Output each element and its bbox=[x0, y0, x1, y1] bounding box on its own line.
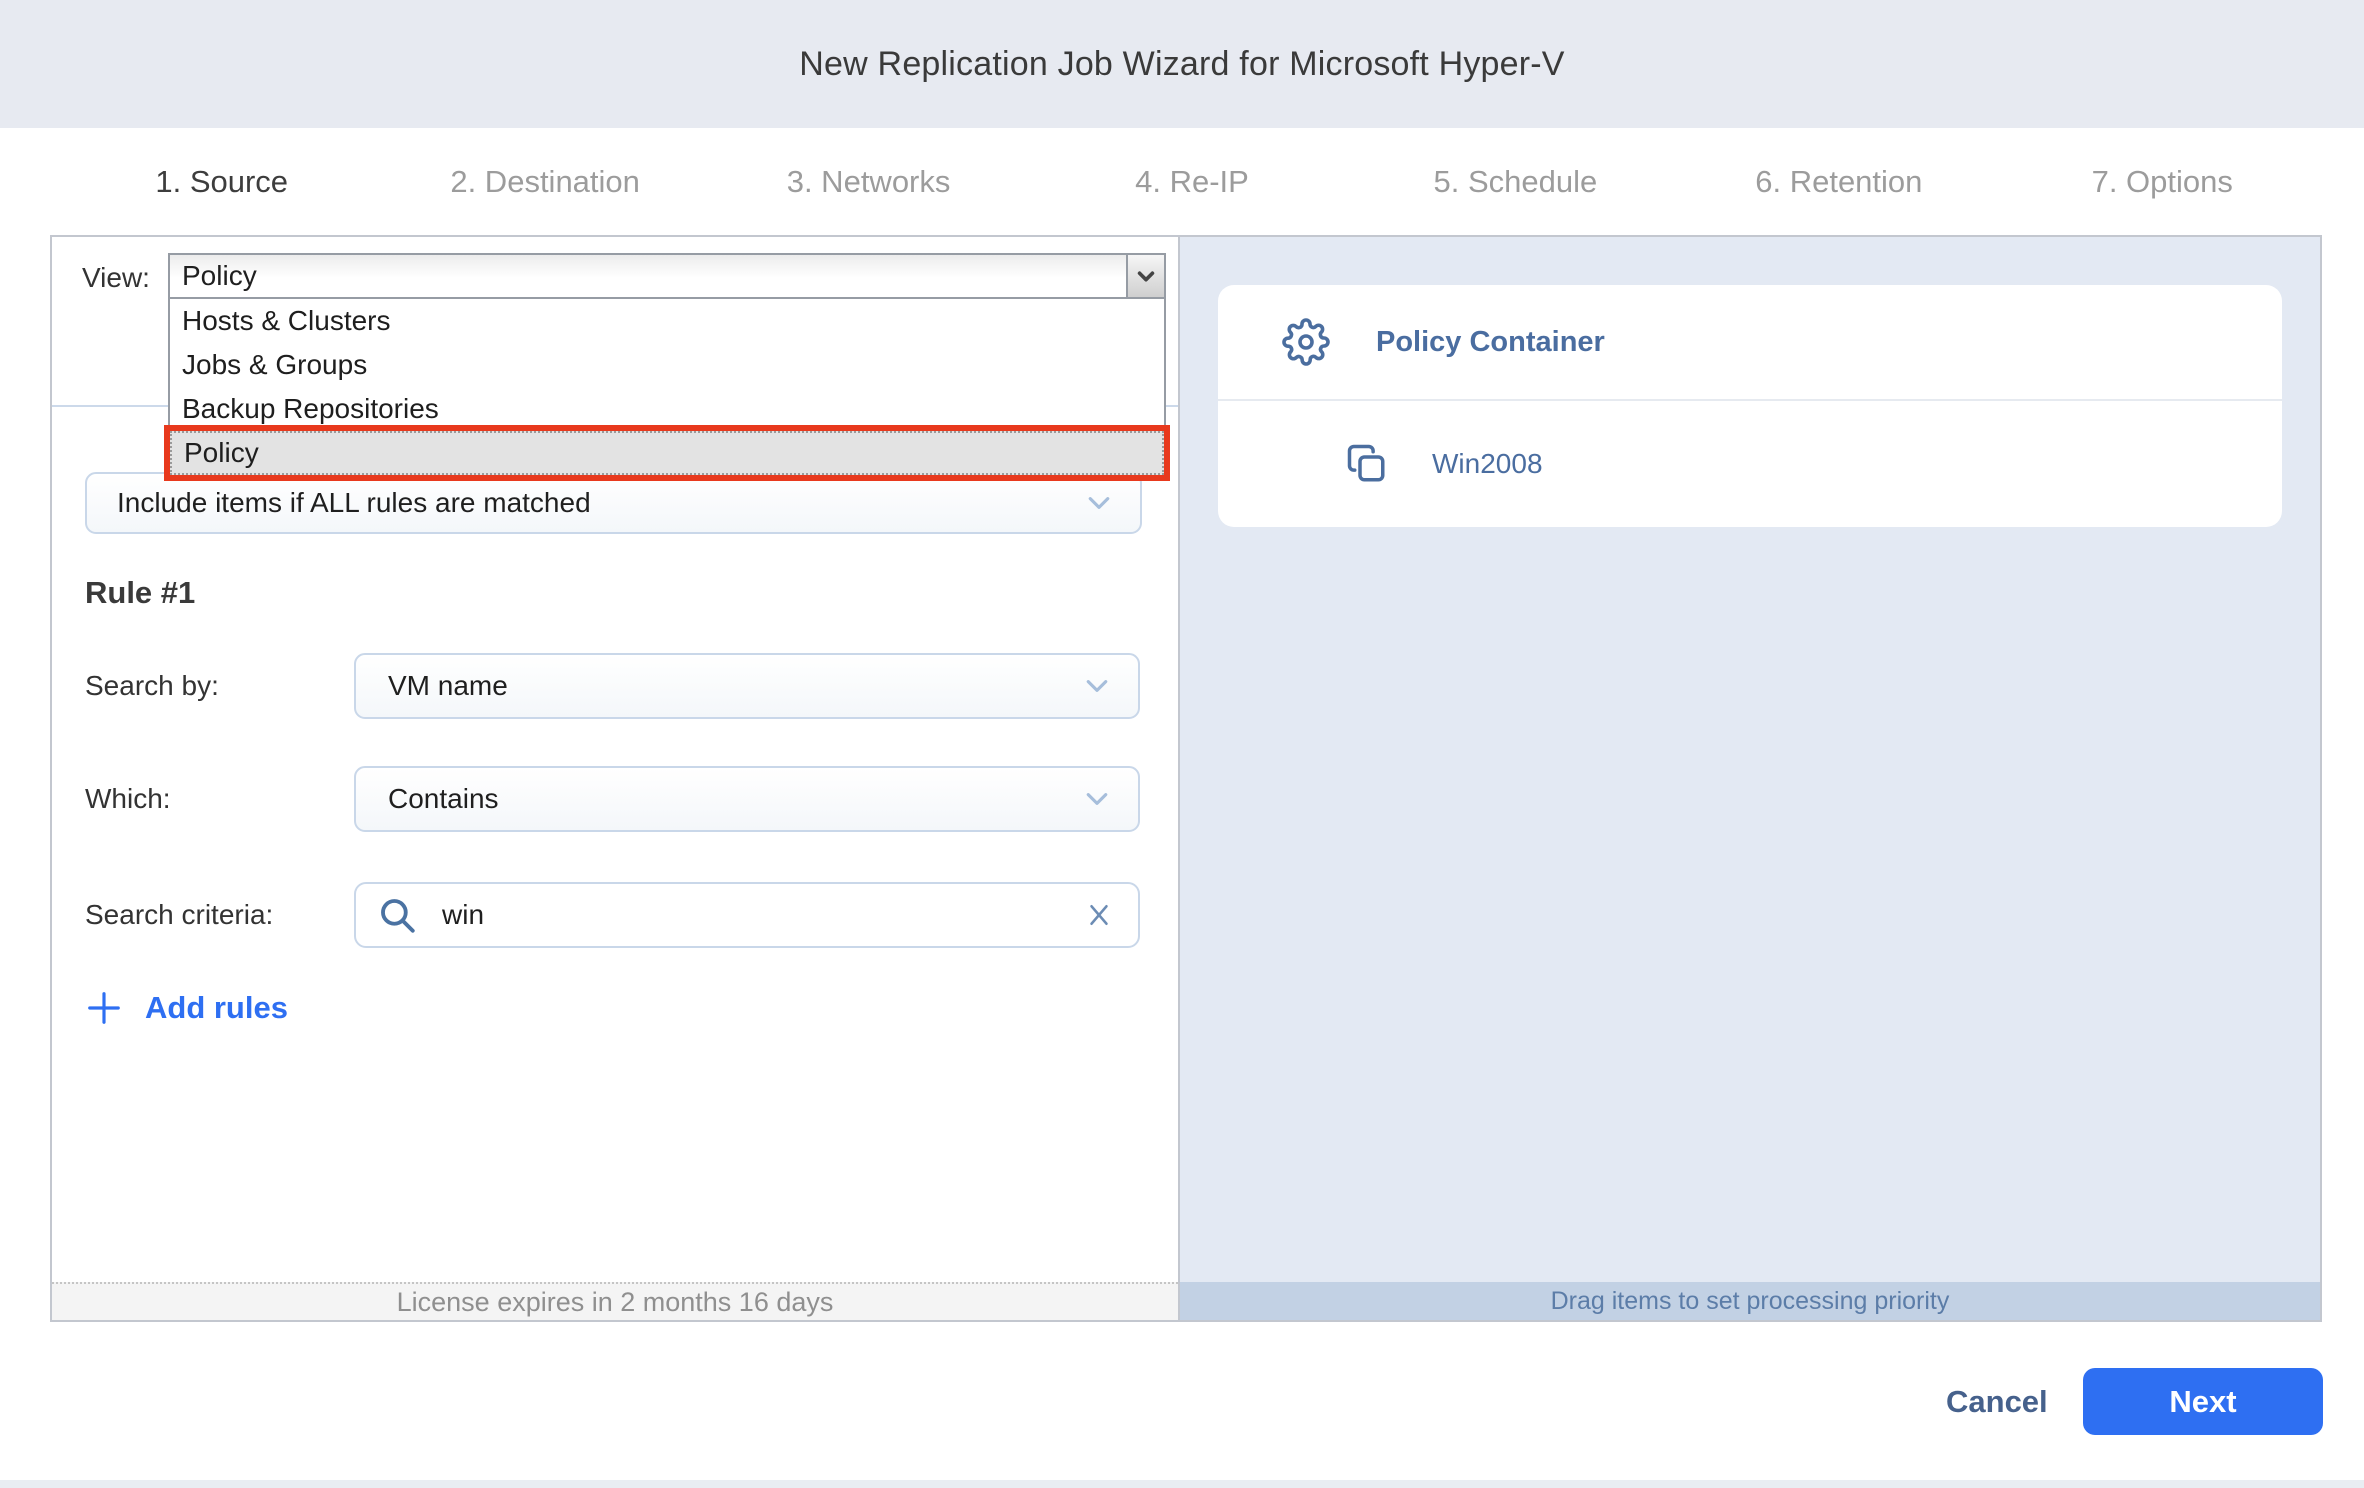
view-option-jobs-groups[interactable]: Jobs & Groups bbox=[170, 343, 1164, 387]
license-status-text: License expires in 2 months 16 days bbox=[397, 1287, 834, 1318]
cancel-button[interactable]: Cancel bbox=[1946, 1384, 2048, 1420]
view-options-list: Hosts & Clusters Jobs & Groups Backup Re… bbox=[168, 299, 1166, 477]
rule-title: Rule #1 bbox=[85, 575, 195, 611]
tab-networks[interactable]: 3. Networks bbox=[707, 164, 1030, 200]
next-button[interactable]: Next bbox=[2083, 1368, 2323, 1435]
which-value: Contains bbox=[388, 783, 499, 815]
include-rule-select[interactable]: Include items if ALL rules are matched bbox=[85, 472, 1142, 534]
view-select-arrow-button[interactable] bbox=[1126, 255, 1164, 297]
license-status-bar: License expires in 2 months 16 days bbox=[52, 1282, 1178, 1320]
tab-source[interactable]: 1. Source bbox=[60, 164, 383, 200]
wizard-body: View: Policy Hosts & Clusters Jobs & Gro… bbox=[50, 235, 2322, 1322]
vm-item-name: Win2008 bbox=[1432, 448, 1543, 480]
close-icon bbox=[1084, 900, 1114, 930]
view-option-backup-repositories[interactable]: Backup Repositories bbox=[170, 387, 1164, 431]
clear-search-button[interactable] bbox=[1082, 898, 1116, 932]
policy-container-row[interactable]: Policy Container bbox=[1218, 285, 2282, 401]
search-by-value: VM name bbox=[388, 670, 508, 702]
view-label: View: bbox=[82, 262, 150, 294]
search-icon bbox=[376, 894, 418, 936]
search-criteria-input[interactable] bbox=[418, 899, 1082, 931]
search-criteria-field[interactable] bbox=[354, 882, 1140, 948]
tab-schedule[interactable]: 5. Schedule bbox=[1354, 164, 1677, 200]
search-criteria-label: Search criteria: bbox=[85, 899, 273, 931]
vm-icon bbox=[1346, 443, 1388, 485]
source-panel: View: Policy Hosts & Clusters Jobs & Gro… bbox=[52, 237, 1180, 1320]
view-select[interactable]: Policy bbox=[168, 253, 1166, 299]
view-option-hosts-clusters[interactable]: Hosts & Clusters bbox=[170, 299, 1164, 343]
bottom-edge-strip bbox=[0, 1480, 2364, 1488]
chevron-down-icon bbox=[1082, 671, 1112, 701]
search-by-label: Search by: bbox=[85, 670, 219, 702]
include-rule-value: Include items if ALL rules are matched bbox=[117, 487, 591, 519]
policy-container-card: Policy Container Win2008 bbox=[1218, 285, 2282, 527]
policy-container-title: Policy Container bbox=[1376, 326, 1605, 359]
add-rules-button[interactable]: Add rules bbox=[85, 989, 288, 1027]
which-select[interactable]: Contains bbox=[354, 766, 1140, 832]
chevron-down-icon bbox=[1135, 265, 1157, 287]
window-title-bar: New Replication Job Wizard for Microsoft… bbox=[0, 0, 2364, 128]
preview-panel: Policy Container Win2008 Drag items to s… bbox=[1180, 237, 2320, 1320]
tab-destination[interactable]: 2. Destination bbox=[383, 164, 706, 200]
gear-icon bbox=[1282, 318, 1330, 366]
drag-priority-hint: Drag items to set processing priority bbox=[1551, 1287, 1950, 1316]
vm-item-win2008[interactable]: Win2008 bbox=[1218, 401, 2282, 527]
drag-priority-bar: Drag items to set processing priority bbox=[1180, 1282, 2320, 1320]
page-title: New Replication Job Wizard for Microsoft… bbox=[799, 45, 1564, 84]
which-label: Which: bbox=[85, 783, 171, 815]
tab-re-ip[interactable]: 4. Re-IP bbox=[1030, 164, 1353, 200]
view-select-value: Policy bbox=[170, 260, 1126, 292]
view-option-policy[interactable]: Policy bbox=[170, 431, 1164, 475]
tab-options[interactable]: 7. Options bbox=[2001, 164, 2324, 200]
chevron-down-icon bbox=[1082, 784, 1112, 814]
wizard-step-tabs: 1. Source 2. Destination 3. Networks 4. … bbox=[0, 128, 2364, 235]
add-rules-label: Add rules bbox=[145, 990, 288, 1026]
tab-retention[interactable]: 6. Retention bbox=[1677, 164, 2000, 200]
plus-icon bbox=[85, 989, 123, 1027]
chevron-down-icon bbox=[1084, 488, 1114, 518]
search-by-select[interactable]: VM name bbox=[354, 653, 1140, 719]
